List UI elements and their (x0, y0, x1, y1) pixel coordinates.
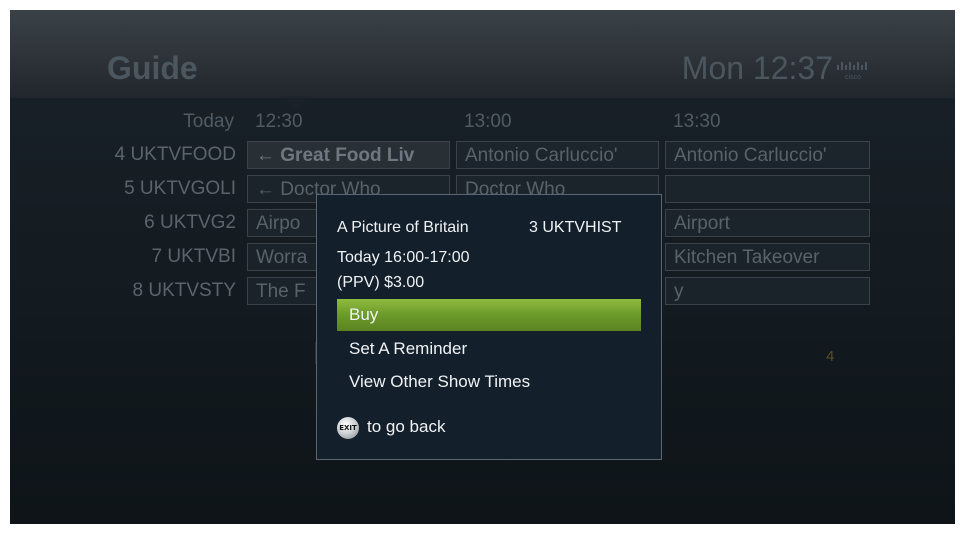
time-slot: 13:00 (464, 111, 512, 132)
exit-icon: EXIT (337, 416, 359, 439)
program-time: Today 16:00-17:00 (337, 249, 470, 266)
set-reminder-button[interactable]: Set A Reminder (337, 333, 641, 365)
channel-label[interactable]: 8 UKTVSTY (90, 277, 242, 305)
exit-hint[interactable]: EXIT to go back (337, 415, 445, 439)
view-other-show-times-button[interactable]: View Other Show Times (337, 366, 641, 398)
program-price: (PPV) $3.00 (337, 274, 425, 291)
day-label: Today (183, 111, 234, 132)
program-cell[interactable]: Antonio Carluccio' (665, 141, 870, 169)
channel-label[interactable]: 5 UKTVGOLI (90, 175, 242, 203)
svg-text:cisco: cisco (845, 74, 861, 81)
program-cell[interactable]: Airport (665, 209, 870, 237)
exit-hint-text: to go back (367, 417, 446, 436)
program-title: A Picture of Britain (337, 219, 469, 236)
page-number: 4 (826, 348, 835, 365)
clock: Mon 12:37 (681, 50, 833, 86)
program-cell[interactable]: Kitchen Takeover (665, 243, 870, 271)
program-options-dialog: A Picture of Britain 3 UKTVHIST Today 16… (316, 194, 662, 460)
program-cell[interactable]: Antonio Carluccio' (456, 141, 659, 169)
time-slot: 13:30 (673, 111, 721, 132)
time-slot: 12:30 (255, 111, 303, 132)
header-bar: Guide Mon 12:37 cisco (10, 10, 955, 98)
program-channel: 3 UKTVHIST (529, 219, 622, 236)
channel-label[interactable]: 4 UKTVFOOD (90, 141, 242, 169)
program-cell[interactable] (665, 175, 870, 203)
buy-button[interactable]: Buy (337, 299, 641, 331)
channel-label[interactable]: 6 UKTVG2 (90, 209, 242, 237)
channel-label[interactable]: 7 UKTVBI (90, 243, 242, 271)
page-title: Guide (107, 50, 198, 86)
program-cell[interactable]: ← Great Food Liv (247, 141, 450, 169)
tv-screen: Guide Mon 12:37 cisco Today 12:30 13:00 … (10, 10, 955, 524)
cisco-logo-icon: cisco (837, 62, 867, 81)
program-cell[interactable]: y (665, 277, 870, 305)
